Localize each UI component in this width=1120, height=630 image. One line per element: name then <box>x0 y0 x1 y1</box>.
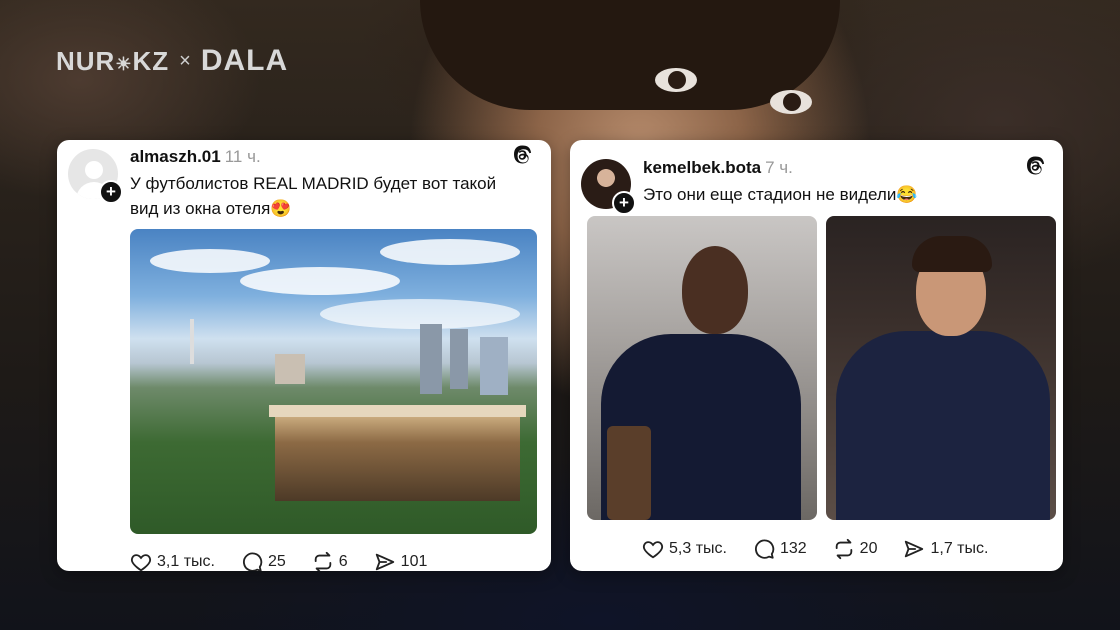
comment-button[interactable]: 25 <box>241 551 286 571</box>
post-text: Это они еще стадион не видели😂 <box>643 182 1043 207</box>
post-image-player-1[interactable] <box>587 216 817 520</box>
post-text: У футболистов REAL MADRID будет вот тако… <box>130 171 530 221</box>
comment-bubble-icon <box>755 539 775 559</box>
palace-building <box>269 405 526 501</box>
brand-logo: NUR☀KZ × DALA <box>56 44 288 78</box>
threads-logo-icon <box>512 144 532 172</box>
player-torso <box>836 331 1050 520</box>
post-actions: 3,1 тыс. 25 6 101 <box>130 551 453 571</box>
player-hair <box>912 236 992 272</box>
username-text[interactable]: almaszh.01 <box>130 147 221 166</box>
post-time: 7 ч. <box>765 158 793 177</box>
post-text-line-2: вид из окна отеля😍 <box>130 199 292 218</box>
like-count: 5,3 тыс. <box>669 540 727 557</box>
post-username[interactable]: kemelbek.bota 7 ч. <box>643 158 793 178</box>
post-actions: 5,3 тыс. 132 20 1,7 тыс. <box>642 538 1014 560</box>
tv-tower <box>190 319 194 364</box>
background-eye-right <box>770 90 812 114</box>
repost-icon <box>835 538 852 560</box>
nur-logo-suffix: KZ <box>132 45 170 76</box>
tower <box>480 337 508 395</box>
player-bag <box>607 426 651 520</box>
repost-button[interactable]: 6 <box>312 551 348 571</box>
background-eye-left <box>655 68 697 92</box>
like-count: 3,1 тыс. <box>157 553 215 570</box>
share-count: 1,7 тыс. <box>930 540 989 557</box>
dala-logo: DALA <box>200 44 289 77</box>
send-icon <box>375 553 394 571</box>
post-text-line-1: Это они еще стадион не видели😂 <box>643 185 918 204</box>
repost-icon <box>314 551 332 571</box>
nur-logo-text: NUR <box>56 45 116 76</box>
logo-separator: × <box>179 49 191 72</box>
username-text[interactable]: kemelbek.bota <box>643 158 761 177</box>
post-username[interactable]: almaszh.01 11 ч. <box>130 147 261 167</box>
post-text-line-1: У футболистов REAL MADRID будет вот тако… <box>130 174 497 193</box>
comment-bubble-icon <box>243 552 263 571</box>
player-head <box>682 246 748 334</box>
heart-icon <box>642 541 664 559</box>
like-button[interactable]: 3,1 тыс. <box>130 551 215 571</box>
threads-logo-icon <box>1025 155 1045 183</box>
tower <box>450 329 468 389</box>
post-time: 11 ч. <box>224 147 261 166</box>
share-count: 101 <box>400 553 428 570</box>
like-button[interactable]: 5,3 тыс. <box>642 538 727 560</box>
heart-icon <box>130 554 152 571</box>
building <box>275 354 305 384</box>
tower <box>420 324 442 394</box>
post-image-player-2[interactable] <box>826 216 1056 520</box>
threads-post-card-1: + almaszh.01 11 ч. У футболистов REAL MAD… <box>57 140 551 571</box>
follow-plus-icon[interactable]: + <box>99 180 123 204</box>
cloud <box>240 267 400 295</box>
comment-button[interactable]: 132 <box>753 538 807 560</box>
threads-post-card-2: + kemelbek.bota 7 ч. Это они еще стадион … <box>570 140 1063 571</box>
send-icon <box>905 540 924 558</box>
nur-kz-logo: NUR☀KZ <box>56 45 170 76</box>
follow-plus-icon[interactable]: + <box>612 191 636 215</box>
share-button[interactable]: 1,7 тыс. <box>903 538 988 560</box>
comment-count: 132 <box>779 540 807 557</box>
post-image-city[interactable] <box>130 229 537 534</box>
cloud <box>150 249 270 273</box>
cloud <box>380 239 520 265</box>
comment-count: 25 <box>267 553 286 570</box>
share-button[interactable]: 101 <box>374 551 428 571</box>
repost-count: 20 <box>859 540 878 557</box>
repost-count: 6 <box>338 553 348 570</box>
repost-button[interactable]: 20 <box>833 538 878 560</box>
